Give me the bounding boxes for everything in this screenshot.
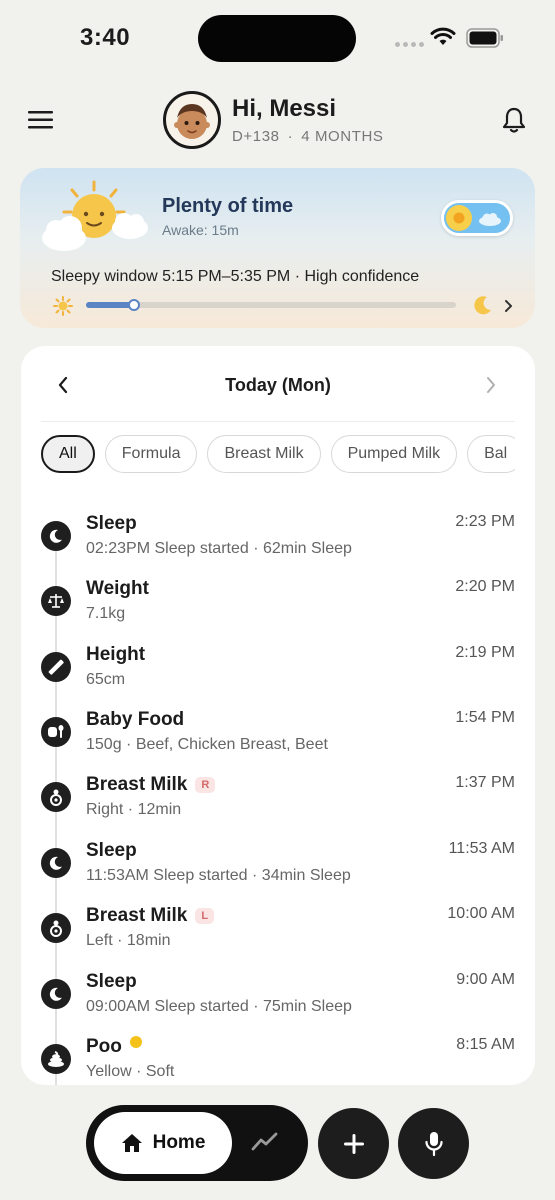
entry-time: 1:37 PM bbox=[455, 774, 515, 791]
entry-title: Height bbox=[86, 644, 146, 665]
add-icon bbox=[343, 1133, 364, 1154]
bowl-spoon-icon bbox=[41, 717, 71, 747]
mic-icon bbox=[424, 1131, 443, 1156]
log-entry-poo[interactable]: Poo Yellow · Soft 8:15 AM bbox=[41, 1036, 515, 1085]
entry-title: Breast Milk bbox=[86, 774, 188, 795]
chevron-right-icon[interactable] bbox=[485, 376, 497, 394]
baby-bottle-icon bbox=[41, 782, 71, 812]
entry-time: 11:53 AM bbox=[448, 840, 515, 857]
trend-icon[interactable] bbox=[250, 1129, 280, 1155]
entry-title: Baby Food bbox=[86, 709, 185, 730]
entry-detail: 150g · Beef, Chicken Breast, Beet bbox=[86, 736, 328, 753]
card-title: Plenty of time bbox=[162, 195, 294, 217]
entry-detail: 02:23PM Sleep started · 62min Sleep bbox=[86, 540, 352, 557]
bottom-nav: Home bbox=[86, 1105, 308, 1181]
log-entry-sleep[interactable]: Sleep 09:00AM Sleep started · 75min Slee… bbox=[41, 971, 515, 1031]
baby-bottle-icon bbox=[41, 913, 71, 943]
entry-title: Sleep bbox=[86, 971, 137, 992]
age-label: 4 MONTHS bbox=[301, 128, 384, 145]
activity-log-card: Today (Mon) All Formula Breast Milk Pump… bbox=[21, 346, 535, 1085]
sun-cloud-icon bbox=[42, 180, 148, 251]
home-tab[interactable]: Home bbox=[94, 1112, 232, 1174]
sleepy-window-text: Sleepy window 5:15 PM–5:35 PM · High con… bbox=[51, 268, 420, 285]
filter-chip-breast-milk[interactable]: Breast Milk bbox=[207, 435, 321, 473]
entry-title: Poo bbox=[86, 1036, 122, 1057]
entry-detail: 65cm bbox=[86, 671, 126, 688]
side-badge: R bbox=[195, 777, 216, 793]
entry-detail: 11:53AM Sleep started · 34min Sleep bbox=[86, 867, 351, 884]
entry-title: Sleep bbox=[86, 513, 137, 534]
scale-icon bbox=[41, 586, 71, 616]
progress-marker[interactable] bbox=[128, 299, 141, 311]
add-button[interactable] bbox=[318, 1108, 389, 1179]
log-entry-baby-food[interactable]: Baby Food 150g · Beef, Chicken Breast, B… bbox=[41, 709, 515, 769]
entry-detail: 09:00AM Sleep started · 75min Sleep bbox=[86, 998, 352, 1015]
date-title: Today (Mon) bbox=[225, 375, 331, 395]
sleep-prediction-card[interactable]: Plenty of time Awake: 15m Sleepy window … bbox=[20, 168, 535, 328]
poo-icon bbox=[41, 1044, 71, 1074]
entry-time: 2:19 PM bbox=[455, 644, 515, 661]
baby-face-icon bbox=[174, 104, 210, 139]
entry-time: 10:00 AM bbox=[447, 905, 515, 922]
log-entry-sleep[interactable]: Sleep 02:23PM Sleep started · 62min Slee… bbox=[41, 513, 515, 573]
bell-icon[interactable] bbox=[501, 106, 527, 134]
moon-icon bbox=[41, 521, 71, 551]
day-night-toggle[interactable] bbox=[441, 200, 513, 236]
filter-chip-formula[interactable]: Formula bbox=[104, 435, 198, 473]
home-icon bbox=[121, 1134, 142, 1152]
progress-fill bbox=[86, 302, 135, 308]
dynamic-island bbox=[198, 15, 356, 62]
entry-time: 2:20 PM bbox=[455, 578, 515, 595]
filter-chip-baby-food[interactable]: Bal bbox=[467, 435, 515, 473]
filter-chips: All Formula Breast Milk Pumped Milk Bal bbox=[41, 435, 515, 475]
log-entry-height[interactable]: Height 65cm 2:19 PM bbox=[41, 644, 515, 704]
moon-icon bbox=[41, 979, 71, 1009]
meta-separator: · bbox=[287, 128, 294, 145]
wifi-icon bbox=[430, 27, 456, 45]
entry-time: 1:54 PM bbox=[455, 709, 515, 726]
log-entry-weight[interactable]: Weight 7.1kg 2:20 PM bbox=[41, 578, 515, 638]
entry-time: 9:00 AM bbox=[456, 971, 515, 988]
baby-age-info: D+138 · 4 MONTHS bbox=[232, 128, 384, 145]
log-entry-sleep[interactable]: Sleep 11:53AM Sleep started · 34min Slee… bbox=[41, 840, 515, 900]
filter-chip-pumped-milk[interactable]: Pumped Milk bbox=[330, 435, 458, 473]
entry-title: Sleep bbox=[86, 840, 137, 861]
entry-time: 8:15 AM bbox=[456, 1036, 515, 1053]
filter-chip-all[interactable]: All bbox=[41, 435, 95, 473]
status-bar: 3:40 bbox=[0, 0, 555, 78]
entry-detail: Right · 12min bbox=[86, 801, 182, 818]
battery-icon bbox=[466, 28, 503, 48]
log-entry-breast-milk[interactable]: Breast Milk R Right · 12min 1:37 PM bbox=[41, 774, 515, 834]
home-tab-label: Home bbox=[152, 1132, 206, 1153]
awake-duration: Awake: 15m bbox=[162, 222, 239, 238]
greeting-title: Hi, Messi bbox=[232, 95, 337, 122]
entry-title: Breast Milk bbox=[86, 905, 188, 926]
menu-icon[interactable] bbox=[28, 110, 54, 130]
avatar[interactable] bbox=[163, 91, 221, 149]
moon-icon bbox=[474, 296, 491, 315]
ruler-icon bbox=[41, 652, 71, 682]
status-time: 3:40 bbox=[80, 24, 131, 51]
moon-icon bbox=[41, 848, 71, 878]
entry-detail: Yellow · Soft bbox=[86, 1063, 175, 1080]
signal-icon bbox=[395, 42, 424, 47]
sun-toggle-icon bbox=[446, 205, 472, 231]
entry-detail: 7.1kg bbox=[86, 605, 126, 622]
color-indicator-dot bbox=[129, 1036, 142, 1048]
log-entry-breast-milk[interactable]: Breast Milk L Left · 18min 10:00 AM bbox=[41, 905, 515, 965]
chevron-right-icon[interactable] bbox=[504, 299, 514, 313]
entry-detail: Left · 18min bbox=[86, 932, 171, 949]
voice-button[interactable] bbox=[398, 1108, 469, 1179]
side-badge: L bbox=[195, 908, 215, 924]
entry-title: Weight bbox=[86, 578, 149, 599]
sun-icon bbox=[53, 296, 73, 316]
sleep-window-progress bbox=[86, 299, 456, 311]
cloud-icon bbox=[479, 213, 501, 226]
divider bbox=[41, 421, 515, 422]
day-count: D+138 bbox=[232, 128, 280, 145]
entry-time: 2:23 PM bbox=[455, 513, 515, 530]
